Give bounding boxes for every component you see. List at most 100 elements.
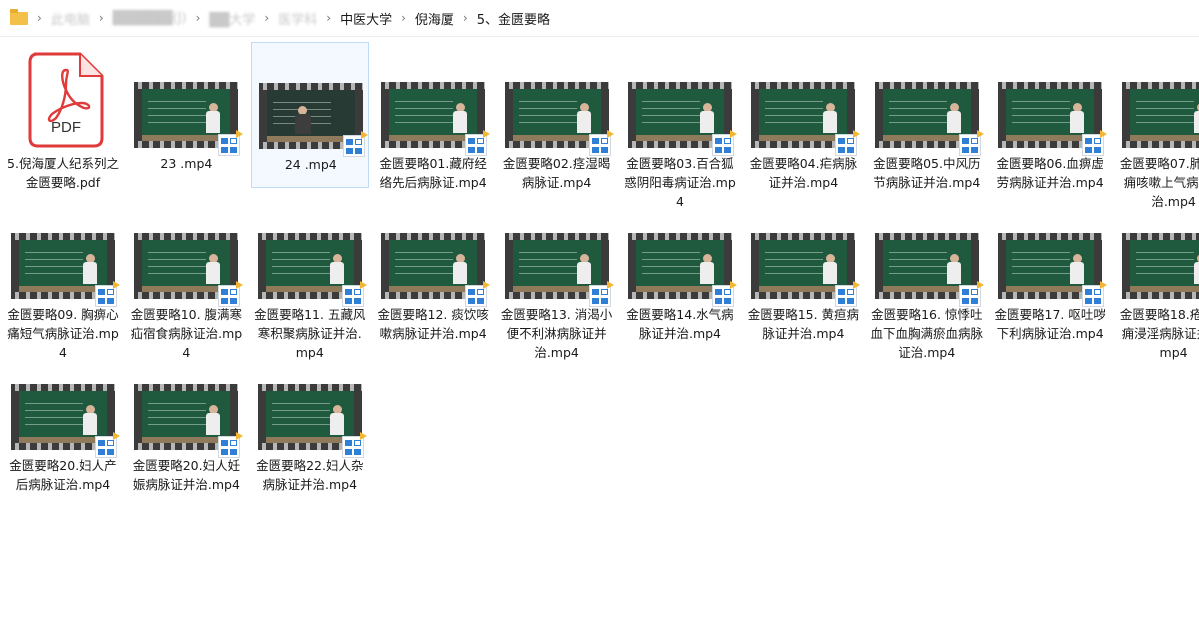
breadcrumb-item[interactable]: 中医大学 [340, 9, 392, 28]
video-thumbnail [504, 233, 614, 307]
video-thumbnail [874, 82, 984, 156]
video-file-item[interactable]: 金匮要略14.水气病脉证并治.mp4 [621, 193, 739, 341]
play-icon [1100, 130, 1108, 138]
chalkboard-text [765, 95, 824, 129]
file-name-label: 金匮要略01.藏府经络先后病脉证.mp4 [379, 156, 487, 190]
video-frame [265, 240, 354, 292]
video-frame [759, 89, 848, 141]
chalkboard-text [271, 397, 330, 431]
video-file-item[interactable]: 24 .mp4 [250, 42, 369, 188]
video-file-item[interactable]: 金匮要略20.妇人妊娠病脉证并治.mp4 [127, 344, 245, 492]
file-name-label: 金匮要略05.中风历节病脉证并治.mp4 [873, 156, 981, 190]
play-icon [360, 131, 368, 139]
chevron-right-icon[interactable]: › [90, 11, 113, 25]
video-frame [1006, 89, 1095, 141]
chevron-right-icon[interactable]: › [255, 11, 278, 25]
lecturer-body [1070, 262, 1085, 284]
lecturer-body [823, 111, 838, 133]
video-thumbnail [504, 82, 614, 156]
video-file-item[interactable]: 金匮要略07.肺痿肺痈咳嗽上气病脉证治.mp4 [1115, 42, 1199, 209]
chalkboard-text [642, 246, 700, 280]
film-strip [257, 233, 362, 240]
breadcrumb-item[interactable]: ██████(J) [113, 11, 187, 26]
video-thumbnail [11, 233, 120, 307]
lecturer-body [206, 111, 221, 133]
video-thumbnail [751, 233, 861, 307]
video-thumbnail [134, 82, 244, 156]
film-strip [134, 233, 239, 240]
video-file-item[interactable]: 金匮要略18.疮痈肠痈浸淫病脉证并治.mp4 [1115, 193, 1199, 360]
video-file-item[interactable]: 金匮要略06.血痹虚劳病脉证并治.mp4 [991, 42, 1109, 190]
video-thumbnail [628, 233, 737, 307]
film-strip [1121, 141, 1199, 148]
video-frame [882, 89, 971, 141]
breadcrumb-item[interactable]: ██大学 [209, 9, 255, 28]
lecturer-body [576, 111, 591, 133]
video-frame [636, 89, 724, 141]
video-file-type-icon [342, 131, 368, 157]
film-strip [504, 82, 609, 89]
play-icon [483, 281, 491, 289]
breadcrumb-item[interactable]: 此电脑 [51, 9, 90, 28]
chalkboard-text [271, 246, 330, 280]
video-frame [142, 240, 231, 292]
video-frame [266, 90, 355, 142]
file-name-label: 金匮要略12. 痰饮咳嗽病脉证并治.mp4 [377, 307, 489, 341]
file-name-label: 金匮要略14.水气病脉证并治.mp4 [626, 307, 734, 341]
lecturer-body [700, 262, 714, 284]
video-file-type-icon [835, 130, 861, 156]
video-file-item[interactable]: 金匮要略11. 五藏风寒积聚病脉证并治.mp4 [251, 193, 369, 360]
video-file-item[interactable]: 金匮要略02.痉湿暍病脉证.mp4 [498, 42, 616, 190]
video-thumbnail [751, 82, 861, 156]
video-file-item[interactable]: 金匮要略15. 黄疸病脉证并治.mp4 [744, 193, 862, 341]
lecturer-body [576, 262, 591, 284]
video-file-type-icon [465, 130, 491, 156]
chevron-right-icon[interactable]: › [392, 11, 415, 25]
film-strip [258, 83, 363, 90]
chevron-right-icon[interactable]: › [187, 11, 210, 25]
film-strip [751, 82, 856, 89]
video-file-item[interactable]: 金匮要略01.藏府经络先后病脉证.mp4 [374, 42, 492, 190]
video-thumbnail [1121, 233, 1199, 299]
chalkboard-text [148, 246, 207, 280]
film-strip [134, 82, 239, 89]
breadcrumb-item[interactable]: 医学科 [278, 9, 317, 28]
video-file-item[interactable]: 金匮要略04.疟病脉证并治.mp4 [744, 42, 862, 190]
lecturer-body [1193, 262, 1199, 284]
video-file-item[interactable]: 金匮要略22.妇人杂病脉证并治.mp4 [251, 344, 369, 492]
chalkboard-text [642, 95, 700, 129]
lecturer-body [329, 262, 344, 284]
video-file-item[interactable]: 金匮要略10. 腹满寒疝宿食病脉证治.mp4 [127, 193, 245, 360]
video-file-item[interactable]: 金匮要略12. 痰饮咳嗽病脉证并治.mp4 [374, 193, 492, 341]
chevron-right-icon[interactable]: › [28, 11, 51, 25]
video-file-item[interactable]: 金匮要略17. 呕吐哕下利病脉证治.mp4 [991, 193, 1109, 341]
film-strip [874, 82, 979, 89]
address-bar[interactable]: › 此电脑 › ██████(J) › ██大学 › 医学科 › 中医大学 › … [0, 0, 1199, 37]
video-file-item[interactable]: 金匮要略16. 惊悸吐血下血胸满瘀血病脉证治.mp4 [868, 193, 986, 360]
video-thumbnail [628, 82, 737, 156]
video-thumbnail [381, 82, 491, 156]
video-file-type-icon [95, 281, 120, 307]
pdf-file-item[interactable]: PDF 5.倪海厦人纪系列之金匮要略.pdf [4, 42, 122, 190]
chevron-right-icon[interactable]: › [454, 11, 477, 25]
video-file-item[interactable]: 金匮要略13. 消渴小便不利淋病脉证并治.mp4 [498, 193, 616, 360]
video-file-item[interactable]: 金匮要略03.百合狐惑阴阳毒病证治.mp4 [621, 42, 739, 209]
file-name-label: 金匮要略17. 呕吐哕下利病脉证治.mp4 [994, 307, 1106, 341]
video-frame [512, 240, 601, 292]
breadcrumb-item[interactable]: 倪海厦 [415, 9, 454, 28]
video-file-item[interactable]: 金匮要略20.妇人产后病脉证治.mp4 [4, 344, 122, 492]
play-icon [359, 432, 367, 440]
video-file-item[interactable]: 金匮要略05.中风历节病脉证并治.mp4 [868, 42, 986, 190]
video-file-item[interactable]: 23 .mp4 [127, 42, 245, 188]
video-frame [19, 240, 107, 292]
video-thumbnail [998, 233, 1108, 307]
film-strip [751, 233, 856, 240]
chevron-right-icon[interactable]: › [317, 11, 340, 25]
chalkboard-text [1012, 95, 1071, 129]
video-file-item[interactable]: 金匮要略09. 胸痹心痛短气病脉证治.mp4 [4, 193, 122, 360]
play-icon [236, 432, 244, 440]
play-icon [483, 130, 491, 138]
lecturer-body [946, 111, 961, 133]
breadcrumb-item[interactable]: 5、金匮要略 [477, 9, 550, 28]
lecturer-body [1070, 111, 1085, 133]
